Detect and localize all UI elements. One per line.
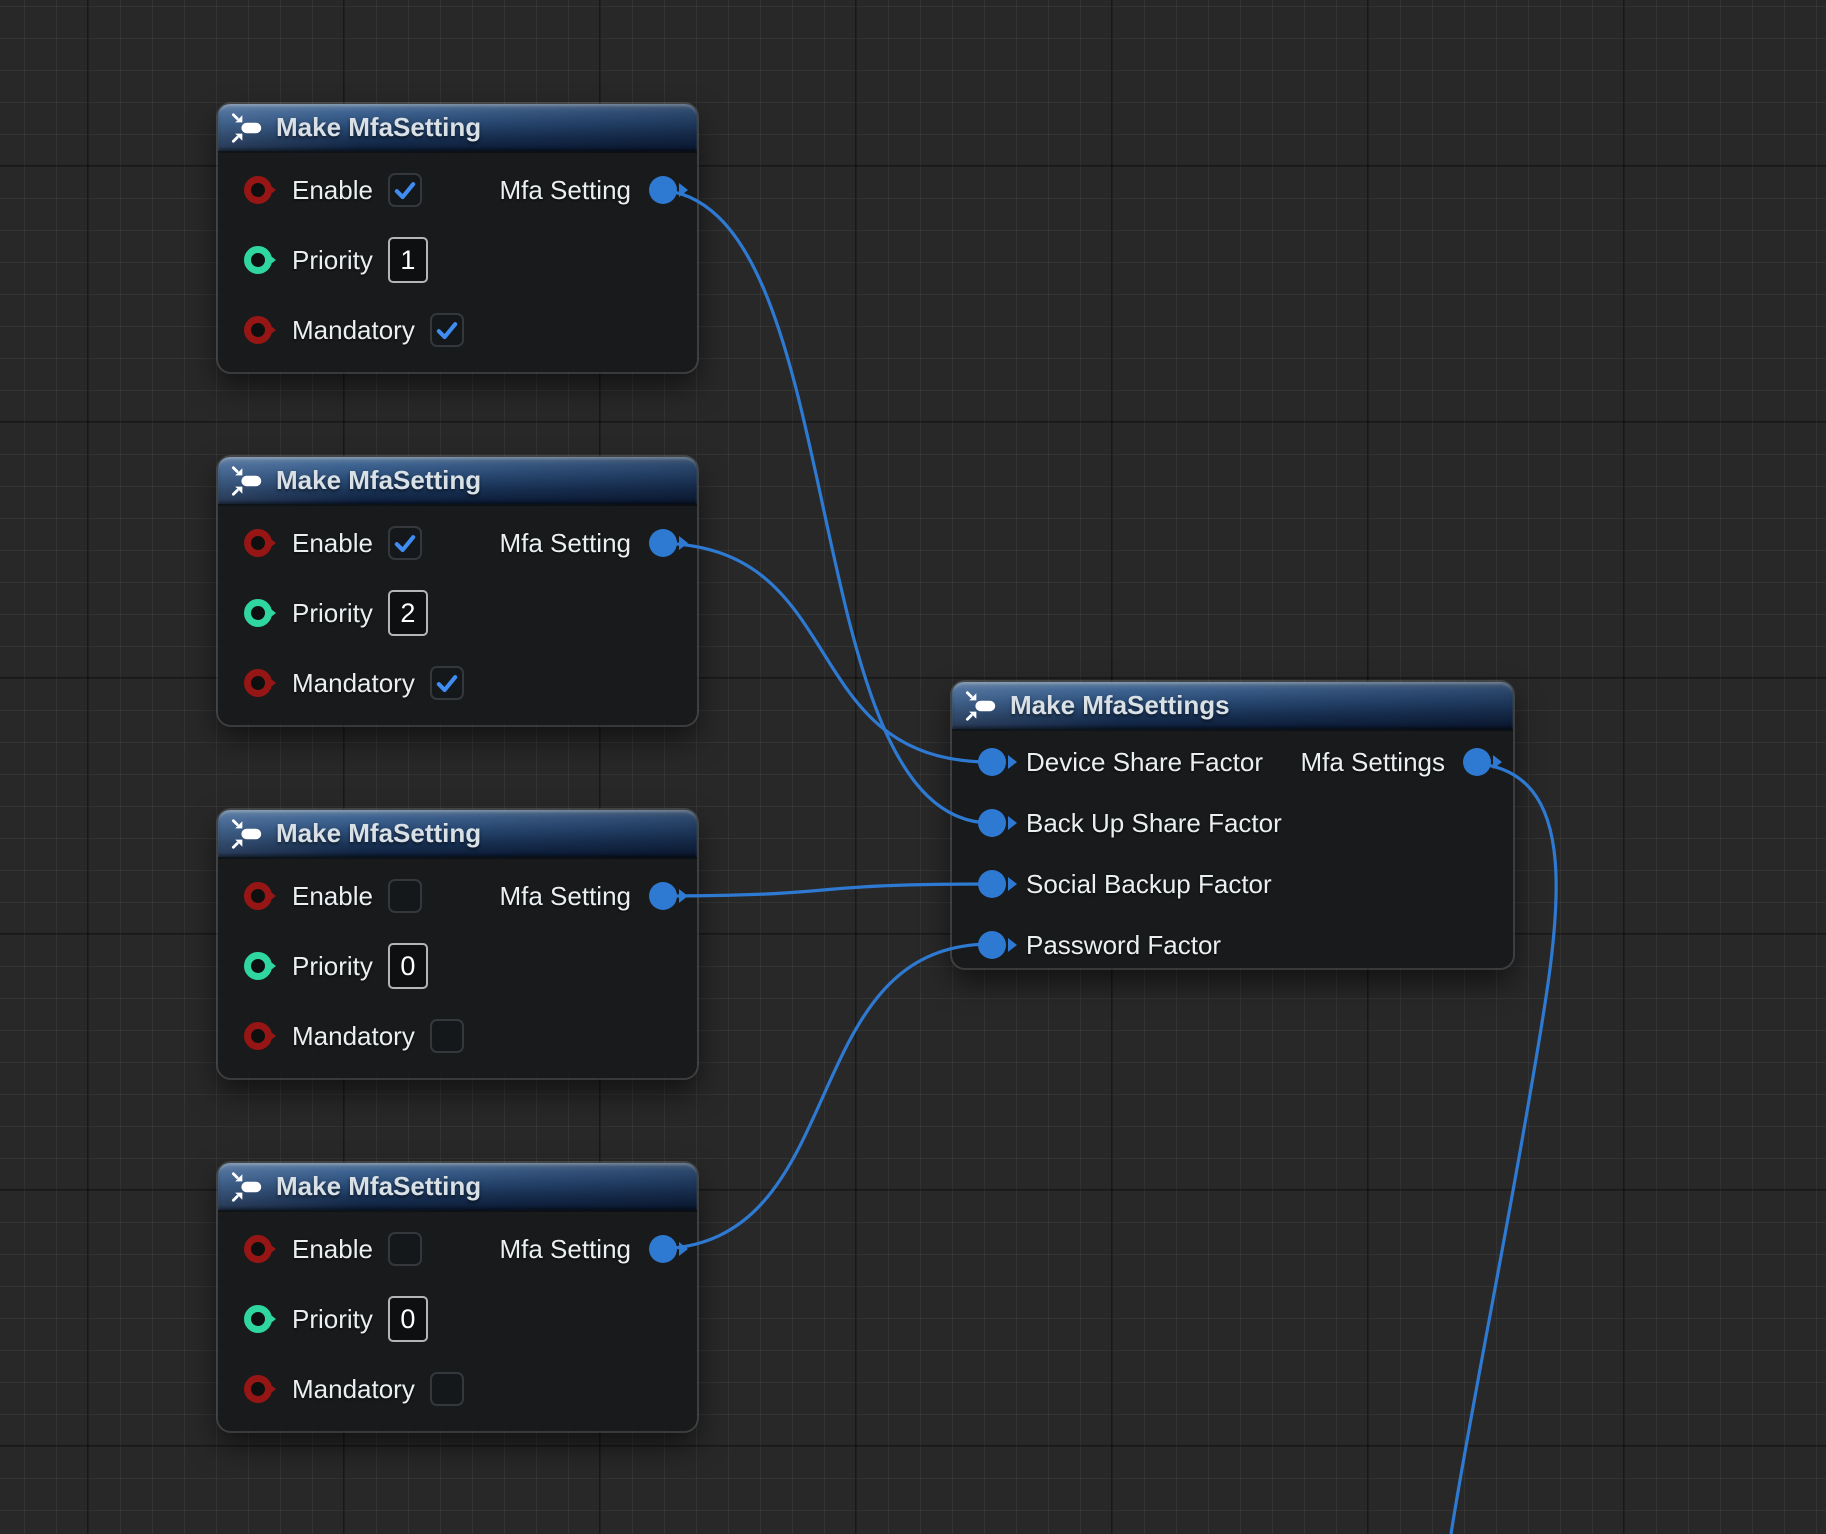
pin-label: Enable xyxy=(292,175,373,206)
check-icon xyxy=(391,529,419,557)
output-row-mfa-settings: Mfa Settings xyxy=(1300,738,1513,786)
pin-label: Priority xyxy=(292,951,373,982)
pin-label: Mfa Setting xyxy=(499,528,631,559)
node-title: Make MfaSettings xyxy=(1010,690,1230,721)
pin-label: Mandatory xyxy=(292,668,415,699)
wire-node1-to-backup-share[interactable] xyxy=(655,190,991,823)
pin-label: Enable xyxy=(292,528,373,559)
enable-checkbox[interactable] xyxy=(388,173,422,207)
priority-input[interactable]: 2 xyxy=(388,590,428,636)
input-row-enable: Enable xyxy=(218,519,422,567)
pin-label: Mfa Setting xyxy=(499,881,631,912)
pin-label: Device Share Factor xyxy=(1026,747,1263,778)
pin-int-priority[interactable] xyxy=(244,246,272,274)
graph-canvas[interactable]: Make MfaSettingEnablePriority1MandatoryM… xyxy=(0,0,1826,1534)
input-row-priority: Priority 2 xyxy=(218,589,428,637)
check-icon xyxy=(391,176,419,204)
priority-input[interactable]: 1 xyxy=(388,237,428,283)
node-header[interactable]: Make MfaSetting xyxy=(218,457,697,506)
pin-bool-enable[interactable] xyxy=(244,1235,272,1263)
pin-label: Mfa Settings xyxy=(1300,747,1445,778)
pin-label: Mfa Setting xyxy=(499,175,631,206)
input-row-enable: Enable xyxy=(218,872,422,920)
pin-bool-mandatory[interactable] xyxy=(244,316,272,344)
pin-bool-enable[interactable] xyxy=(244,882,272,910)
node-header[interactable]: Make MfaSetting xyxy=(218,810,697,859)
node-title: Make MfaSetting xyxy=(276,465,481,496)
node-header[interactable]: Make MfaSetting xyxy=(218,1163,697,1212)
node-header[interactable]: Make MfaSetting xyxy=(218,104,697,153)
pin-label: Enable xyxy=(292,1234,373,1265)
enable-checkbox[interactable] xyxy=(388,1232,422,1266)
input-row-mandatory: Mandatory xyxy=(218,306,464,354)
input-row-mandatory: Mandatory xyxy=(218,1365,464,1413)
make-struct-icon xyxy=(965,689,999,723)
mandatory-checkbox[interactable] xyxy=(430,666,464,700)
pin-label: Priority xyxy=(292,598,373,629)
pin-bool-mandatory[interactable] xyxy=(244,1022,272,1050)
mandatory-checkbox[interactable] xyxy=(430,313,464,347)
make-struct-icon xyxy=(231,1170,265,1204)
input-row-priority: Priority 1 xyxy=(218,236,428,284)
pin-label: Priority xyxy=(292,245,373,276)
priority-input[interactable]: 0 xyxy=(388,1296,428,1342)
node-title: Make MfaSetting xyxy=(276,818,481,849)
pin-label: Social Backup Factor xyxy=(1026,869,1272,900)
node-make-mfasetting-0[interactable]: Make MfaSetting Enable Priority 1 Mandatory M… xyxy=(218,104,697,372)
make-struct-icon xyxy=(231,817,265,851)
input-row-priority: Priority 0 xyxy=(218,1295,428,1343)
input-row-social-backup-factor: Social Backup Factor xyxy=(952,860,1272,908)
pin-label: Mandatory xyxy=(292,1021,415,1052)
pin-label: Password Factor xyxy=(1026,930,1221,961)
enable-checkbox[interactable] xyxy=(388,526,422,560)
pin-int-priority[interactable] xyxy=(244,1305,272,1333)
pin-label: Back Up Share Factor xyxy=(1026,808,1282,839)
make-struct-icon xyxy=(231,464,265,498)
make-struct-icon xyxy=(231,111,265,145)
wire-node2-to-device-share[interactable] xyxy=(655,543,991,762)
mandatory-checkbox[interactable] xyxy=(430,1019,464,1053)
mandatory-checkbox[interactable] xyxy=(430,1372,464,1406)
input-row-enable: Enable xyxy=(218,1225,422,1273)
input-row-priority: Priority 0 xyxy=(218,942,428,990)
pin-int-priority[interactable] xyxy=(244,952,272,980)
pin-bool-enable[interactable] xyxy=(244,529,272,557)
enable-checkbox[interactable] xyxy=(388,879,422,913)
pin-bool-mandatory[interactable] xyxy=(244,1375,272,1403)
priority-input[interactable]: 0 xyxy=(388,943,428,989)
pin-label: Enable xyxy=(292,881,373,912)
node-make-mfasetting-2[interactable]: Make MfaSetting Enable Priority 0 Mandatory M… xyxy=(218,810,697,1078)
input-row-password-factor: Password Factor xyxy=(952,921,1221,969)
wire-node3-to-social-backup[interactable] xyxy=(655,884,991,896)
check-icon xyxy=(433,316,461,344)
pin-label: Mandatory xyxy=(292,1374,415,1405)
node-title: Make MfaSetting xyxy=(276,1171,481,1202)
input-row-device-share-factor: Device Share Factor xyxy=(952,738,1263,786)
node-title: Make MfaSetting xyxy=(276,112,481,143)
input-row-mandatory: Mandatory xyxy=(218,659,464,707)
node-header[interactable]: Make MfaSettings xyxy=(952,682,1513,731)
pin-label: Mfa Setting xyxy=(499,1234,631,1265)
node-make-mfasetting-1[interactable]: Make MfaSetting Enable Priority 2 Mandatory M… xyxy=(218,457,697,725)
input-row-back-up-share-factor: Back Up Share Factor xyxy=(952,799,1282,847)
node-make-mfasettings-4[interactable]: Make MfaSettings Device Share Factor Back … xyxy=(952,682,1513,968)
pin-label: Mandatory xyxy=(292,315,415,346)
pin-int-priority[interactable] xyxy=(244,599,272,627)
check-icon xyxy=(433,669,461,697)
node-make-mfasetting-3[interactable]: Make MfaSetting Enable Priority 0 Mandatory M… xyxy=(218,1163,697,1431)
wire-node4-to-password[interactable] xyxy=(655,944,991,1249)
pin-label: Priority xyxy=(292,1304,373,1335)
input-row-enable: Enable xyxy=(218,166,422,214)
input-row-mandatory: Mandatory xyxy=(218,1012,464,1060)
pin-bool-enable[interactable] xyxy=(244,176,272,204)
pin-bool-mandatory[interactable] xyxy=(244,669,272,697)
